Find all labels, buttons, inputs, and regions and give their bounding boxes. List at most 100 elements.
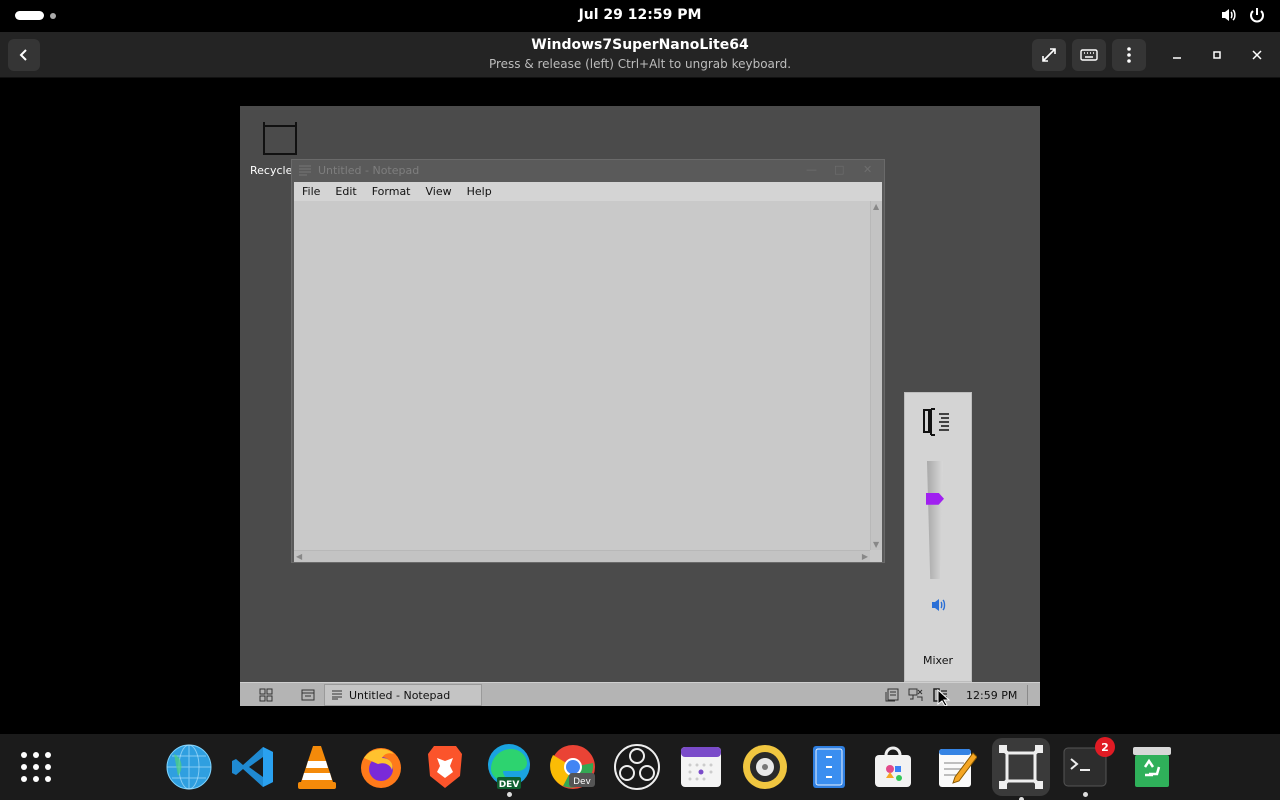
chrome-dev-label: Dev bbox=[573, 777, 591, 787]
show-apps-button[interactable] bbox=[12, 743, 60, 791]
dock-globe[interactable] bbox=[165, 743, 213, 791]
notepad-close-button[interactable]: ✕ bbox=[863, 163, 872, 176]
vertical-scrollbar[interactable]: ▲ ▼ bbox=[870, 201, 882, 550]
boxes-header-bar: Windows7SuperNanoLite64 Press & release … bbox=[0, 32, 1280, 78]
firefox-icon bbox=[361, 748, 401, 788]
dock-obs[interactable] bbox=[613, 743, 661, 791]
volume-icon bbox=[1222, 9, 1236, 21]
notepad-icon bbox=[332, 690, 342, 700]
dock-brave[interactable] bbox=[421, 743, 469, 791]
dock-edge-dev[interactable]: DEV bbox=[485, 743, 533, 797]
text-editor-icon bbox=[939, 749, 977, 787]
calendar-icon bbox=[681, 747, 721, 787]
globe-icon bbox=[166, 744, 212, 790]
minimize-button[interactable] bbox=[1167, 45, 1187, 65]
notepad-minimize-button[interactable]: — bbox=[806, 163, 817, 176]
boxes-icon bbox=[999, 745, 1043, 789]
show-desktop-separator[interactable] bbox=[1027, 685, 1028, 705]
volume-mixer-popup[interactable]: Mixer bbox=[904, 392, 972, 682]
kebab-menu-icon bbox=[1127, 47, 1131, 63]
notepad-icon bbox=[299, 165, 311, 176]
dock-vscode[interactable] bbox=[229, 743, 277, 791]
recycle-bin-label[interactable]: Recycle bbox=[250, 164, 292, 177]
edge-dev-label: DEV bbox=[499, 780, 520, 790]
volume-slider-track[interactable] bbox=[927, 461, 943, 579]
grid-icon bbox=[259, 688, 273, 702]
notepad-maximize-button[interactable]: □ bbox=[834, 163, 844, 176]
keyboard-button[interactable] bbox=[1072, 39, 1106, 71]
chrome-dev-icon: Dev bbox=[550, 745, 595, 789]
edge-dev-icon: DEV bbox=[488, 744, 530, 790]
menu-edit[interactable]: Edit bbox=[335, 185, 356, 198]
keyboard-icon bbox=[1080, 49, 1098, 61]
vscode-icon bbox=[232, 747, 273, 787]
clock[interactable]: Jul 29 12:59 PM bbox=[0, 7, 1280, 23]
power-icon bbox=[1250, 8, 1264, 23]
mute-toggle-icon[interactable] bbox=[930, 597, 948, 613]
start-button[interactable] bbox=[258, 685, 274, 705]
dock-files[interactable] bbox=[805, 743, 853, 791]
show-desktop-button[interactable] bbox=[300, 685, 316, 705]
mixer-link[interactable]: Mixer bbox=[905, 654, 971, 667]
tray-network-icon[interactable] bbox=[907, 685, 925, 705]
dock-text-editor[interactable] bbox=[933, 743, 981, 791]
maximize-button[interactable] bbox=[1207, 45, 1227, 65]
horizontal-scrollbar[interactable]: ◀ ▶ bbox=[294, 550, 870, 562]
running-indicator bbox=[506, 792, 512, 797]
dock-software[interactable] bbox=[869, 743, 917, 791]
notification-badge: 2 bbox=[1095, 737, 1115, 757]
system-tray[interactable] bbox=[1220, 6, 1266, 24]
taskbar-item-notepad[interactable]: Untitled - Notepad bbox=[324, 684, 482, 706]
file-cabinet-icon bbox=[813, 746, 845, 788]
dock: DEV Dev 2 bbox=[0, 734, 1280, 800]
software-bag-icon bbox=[875, 746, 911, 787]
menu-file[interactable]: File bbox=[302, 185, 320, 198]
dock-firefox[interactable] bbox=[357, 743, 405, 791]
tray-notes-icon[interactable] bbox=[884, 685, 900, 705]
vlc-icon bbox=[298, 746, 336, 789]
close-button[interactable] bbox=[1247, 45, 1267, 65]
dock-trash[interactable] bbox=[1128, 743, 1176, 791]
app-grid-icon bbox=[21, 752, 51, 782]
vm-taskbar: Untitled - Notepad 12:59 PM bbox=[240, 682, 1040, 706]
scroll-up-arrow-icon[interactable]: ▲ bbox=[873, 202, 879, 211]
desktop-icon bbox=[301, 689, 315, 701]
dock-boxes[interactable] bbox=[992, 738, 1050, 800]
menu-view[interactable]: View bbox=[426, 185, 452, 198]
menu-help[interactable]: Help bbox=[467, 185, 492, 198]
close-icon bbox=[1252, 50, 1262, 60]
dock-terminal[interactable]: 2 bbox=[1061, 737, 1115, 797]
dock-vlc[interactable] bbox=[293, 743, 341, 791]
dock-chrome-dev[interactable]: Dev bbox=[549, 743, 597, 791]
maximize-icon bbox=[1213, 51, 1221, 59]
speaker-device-icon bbox=[923, 408, 949, 436]
notepad-text-area[interactable] bbox=[294, 201, 882, 562]
notes-icon bbox=[885, 688, 899, 702]
fullscreen-icon bbox=[1042, 48, 1056, 62]
brave-icon bbox=[428, 746, 462, 788]
scroll-left-arrow-icon[interactable]: ◀ bbox=[296, 552, 302, 561]
vm-display[interactable]: Recycle Untitled - Notepad — □ ✕ File Ed… bbox=[240, 106, 1040, 706]
mouse-cursor-icon bbox=[937, 689, 951, 706]
obs-icon bbox=[614, 744, 660, 790]
running-indicator bbox=[1082, 792, 1088, 797]
vm-taskbar-clock[interactable]: 12:59 PM bbox=[966, 689, 1017, 702]
recycle-bin-icon bbox=[1133, 747, 1171, 787]
fullscreen-button[interactable] bbox=[1032, 39, 1066, 71]
menu-format[interactable]: Format bbox=[372, 185, 411, 198]
notepad-window[interactable]: Untitled - Notepad — □ ✕ File Edit Forma… bbox=[291, 159, 885, 563]
dock-calendar[interactable] bbox=[677, 743, 725, 791]
gnome-top-bar: Jul 29 12:59 PM bbox=[0, 0, 1280, 32]
notepad-menu-bar: File Edit Format View Help bbox=[294, 182, 882, 201]
minimize-icon bbox=[1173, 57, 1181, 59]
menu-button[interactable] bbox=[1112, 39, 1146, 71]
taskbar-item-label: Untitled - Notepad bbox=[349, 688, 451, 702]
clock-label: Jul 29 12:59 PM bbox=[578, 7, 702, 23]
dock-rhythmbox[interactable] bbox=[741, 743, 789, 791]
recycle-bin-icon[interactable] bbox=[260, 114, 300, 158]
scroll-right-arrow-icon[interactable]: ▶ bbox=[862, 552, 868, 561]
scroll-down-arrow-icon[interactable]: ▼ bbox=[873, 540, 879, 549]
network-disconnected-icon bbox=[908, 688, 923, 701]
notepad-title-bar[interactable]: Untitled - Notepad — □ ✕ bbox=[292, 160, 884, 182]
speaker-icon bbox=[743, 745, 787, 789]
